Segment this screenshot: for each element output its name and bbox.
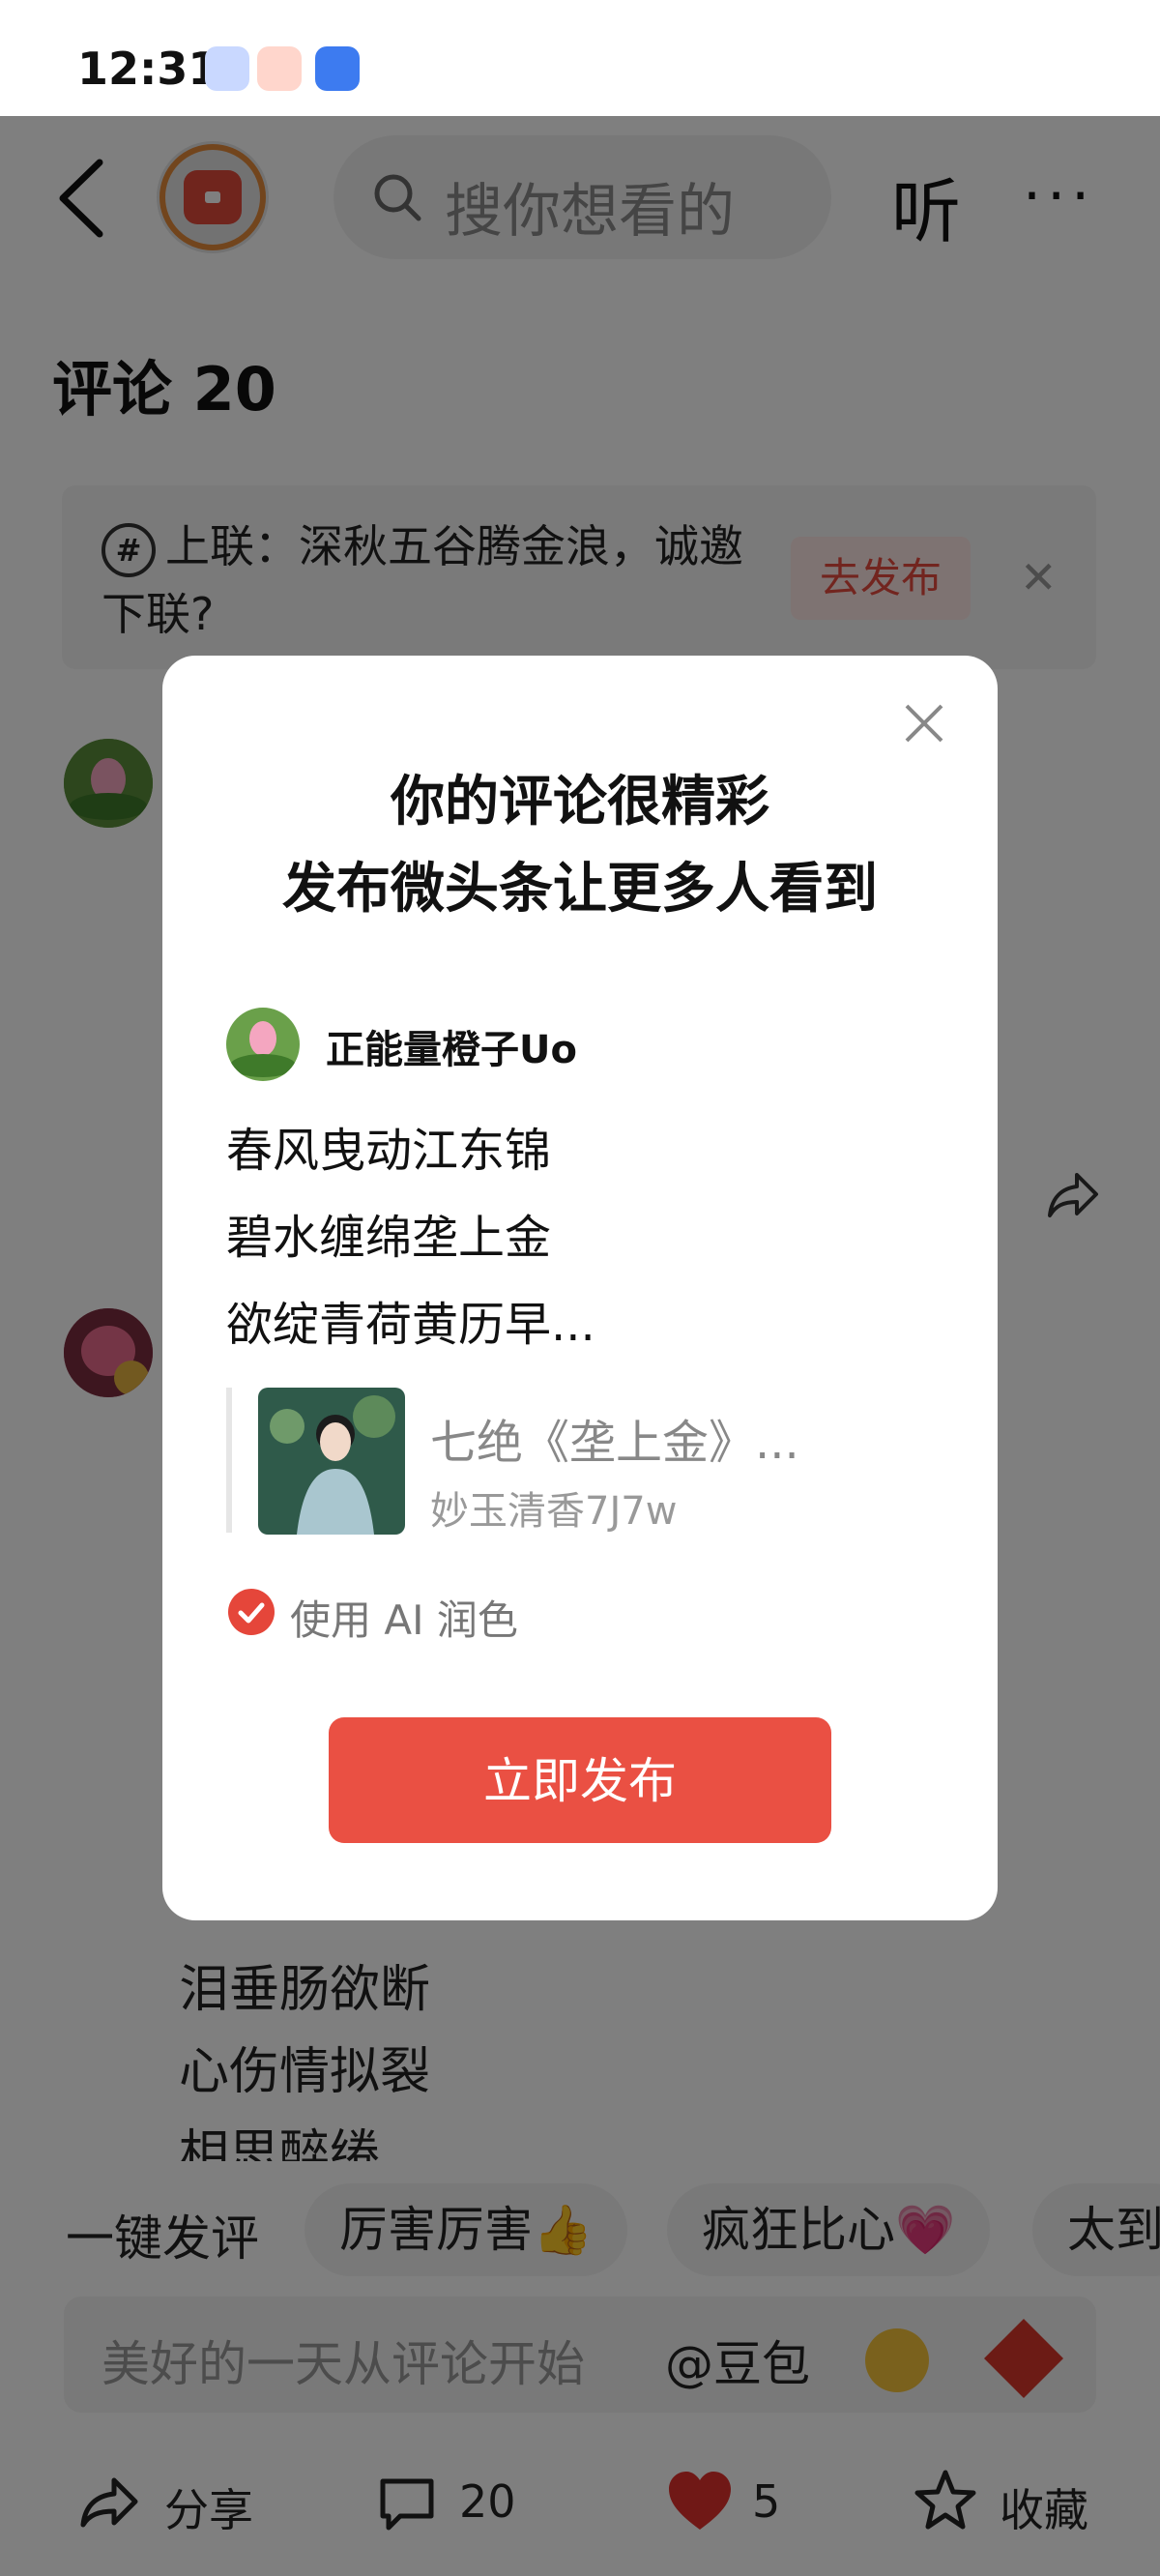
user-avatar bbox=[226, 1008, 300, 1081]
user-name: 正能量橙子Uo bbox=[326, 1028, 577, 1072]
ai-polish-checkbox[interactable] bbox=[228, 1589, 275, 1635]
quote-thumbnail bbox=[258, 1388, 405, 1535]
quote-divider bbox=[226, 1388, 232, 1533]
quote-author: 妙玉清香7J7w bbox=[430, 1489, 678, 1534]
app-market-icon bbox=[315, 46, 360, 91]
modal-title: 你的评论很精彩 发布微头条让更多人看到 bbox=[282, 771, 878, 921]
close-icon[interactable] bbox=[899, 698, 949, 748]
app-notification-icon bbox=[205, 46, 249, 91]
comment-line: 春风曳动江东锦 bbox=[226, 1124, 552, 1178]
status-time: 12:31 bbox=[77, 43, 219, 95]
app-notification-icon bbox=[257, 46, 302, 91]
comment-line: 碧水缠绵垄上金 bbox=[226, 1211, 552, 1265]
quote-title: 七绝《垄上金》... bbox=[430, 1416, 799, 1470]
comment-line: 欲绽青荷黄历早... bbox=[226, 1298, 595, 1352]
ai-polish-label[interactable]: 使用 AI 润色 bbox=[290, 1588, 518, 1647]
publish-now-button[interactable]: 立即发布 bbox=[329, 1717, 831, 1843]
